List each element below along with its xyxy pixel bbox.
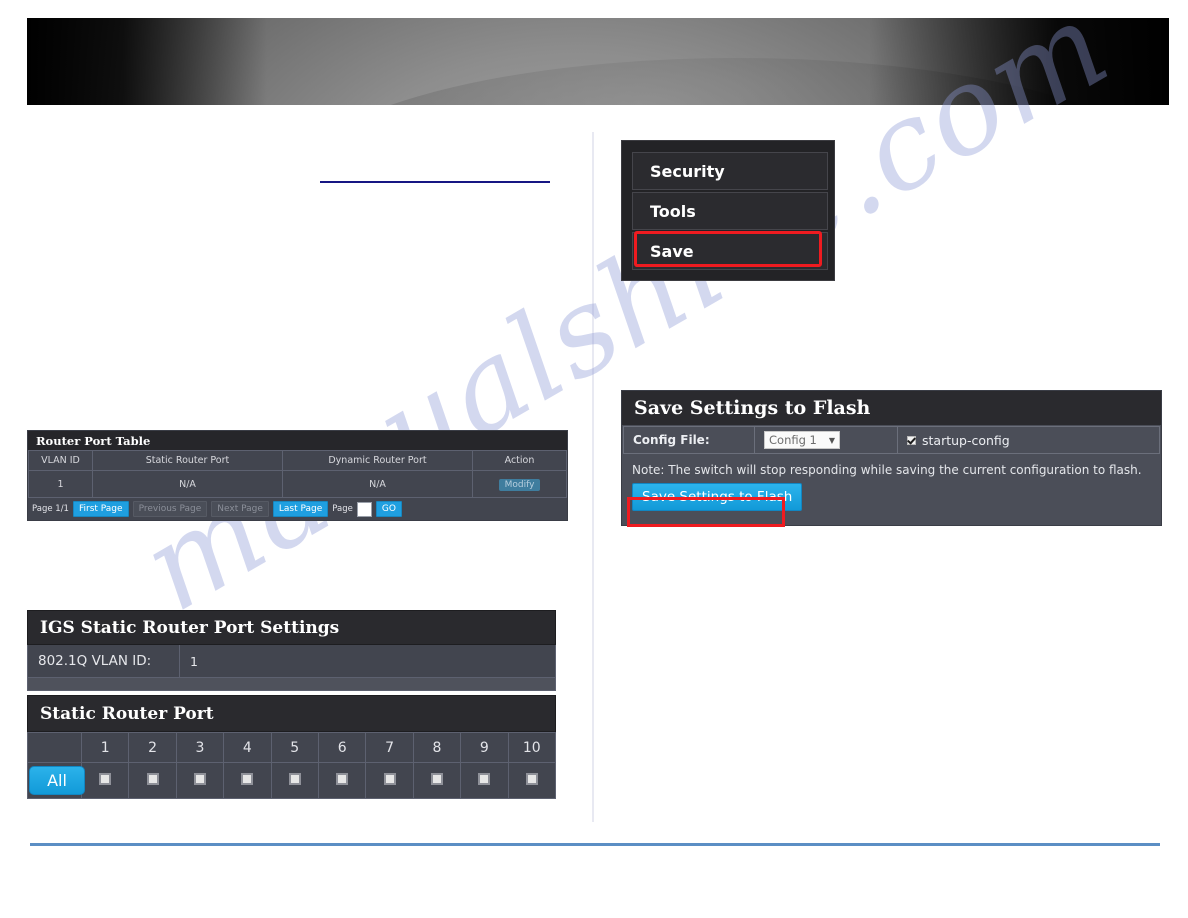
select-all-button[interactable]: All	[29, 766, 85, 795]
config-file-selected-value: Config 1	[769, 433, 817, 447]
vlan-id-value[interactable]: 1	[180, 645, 555, 677]
panel-spacer	[27, 678, 556, 691]
port-checkbox-cell-8[interactable]	[412, 762, 462, 799]
router-port-table: VLAN ID Static Router Port Dynamic Route…	[28, 450, 567, 498]
igs-static-router-port-settings-panel: IGS Static Router Port Settings 802.1Q V…	[27, 610, 556, 691]
igs-settings-title: IGS Static Router Port Settings	[27, 610, 556, 645]
config-file-label: Config File:	[624, 427, 755, 453]
static-router-port-title: Static Router Port	[27, 695, 556, 732]
footer-horizontal-rule	[30, 843, 1160, 846]
first-page-button[interactable]: First Page	[72, 501, 129, 517]
modify-button[interactable]: Modify	[498, 478, 541, 491]
col-dynamic-router-port: Dynamic Router Port	[282, 450, 473, 471]
vlan-id-label: 802.1Q VLAN ID:	[28, 645, 180, 677]
vlan-id-row: 802.1Q VLAN ID: 1	[27, 645, 556, 678]
port-checkbox-6[interactable]	[336, 772, 349, 785]
port-checkbox-2[interactable]	[146, 772, 159, 785]
table-row: 1 N/A N/A Modify	[28, 470, 567, 498]
port-row-corner	[27, 732, 82, 763]
table-header-row: VLAN ID Static Router Port Dynamic Route…	[28, 450, 567, 471]
select-all-cell: All	[27, 762, 85, 799]
previous-page-button[interactable]: Previous Page	[132, 501, 208, 517]
port-checkbox-row: All	[27, 762, 557, 799]
save-flash-button-highlight-box	[627, 497, 785, 527]
port-checkbox-cell-3[interactable]	[175, 762, 225, 799]
banner-left-shade	[27, 18, 267, 105]
port-checkbox-cell-4[interactable]	[223, 762, 272, 799]
sidebar-item-security[interactable]: Security	[632, 152, 828, 190]
config-file-select-cell: Config 1 ▼	[755, 427, 898, 453]
config-file-select[interactable]: Config 1 ▼	[764, 431, 841, 449]
banner-right-shade	[869, 18, 1169, 105]
static-router-port-panel: Static Router Port 1 2 3 4 5 6 7 8 9 10 …	[27, 695, 557, 799]
col-action: Action	[472, 450, 567, 471]
port-checkbox-cell-7[interactable]	[365, 762, 414, 799]
next-page-button[interactable]: Next Page	[211, 501, 269, 517]
port-number-1: 1	[80, 732, 130, 763]
router-port-table-title: Router Port Table	[28, 431, 567, 450]
sidebar-item-label-tools: Tools	[650, 201, 696, 221]
config-file-row: Config File: Config 1 ▼ startup-config	[623, 426, 1160, 454]
navy-horizontal-rule	[320, 181, 550, 183]
port-checkbox-9[interactable]	[478, 772, 491, 785]
port-checkbox-10[interactable]	[525, 772, 538, 785]
save-menu-highlight-box	[634, 231, 822, 267]
port-number-7: 7	[365, 732, 414, 763]
page-status: Page 1/1	[32, 504, 69, 514]
port-checkbox-cell-6[interactable]	[317, 762, 367, 799]
port-number-9: 9	[460, 732, 509, 763]
port-checkbox-4[interactable]	[241, 772, 254, 785]
static-router-port-table: 1 2 3 4 5 6 7 8 9 10 All	[27, 732, 557, 799]
startup-config-checkbox[interactable]	[907, 435, 916, 445]
last-page-button[interactable]: Last Page	[272, 501, 329, 517]
port-number-4: 4	[223, 732, 272, 763]
startup-config-label: startup-config	[922, 432, 1010, 448]
port-checkbox-5[interactable]	[288, 772, 301, 785]
page-label: Page	[332, 504, 353, 514]
cell-static-router-port: N/A	[92, 470, 283, 498]
page-number-input[interactable]	[356, 501, 372, 517]
port-number-3: 3	[175, 732, 225, 763]
port-checkbox-1[interactable]	[99, 772, 112, 785]
port-checkbox-cell-2[interactable]	[128, 762, 177, 799]
port-number-5: 5	[270, 732, 319, 763]
port-checkbox-cell-10[interactable]	[507, 762, 557, 799]
cell-dynamic-router-port: N/A	[282, 470, 473, 498]
port-number-2: 2	[128, 732, 177, 763]
col-static-router-port: Static Router Port	[92, 450, 283, 471]
sidebar-item-label-security: Security	[650, 161, 725, 181]
port-number-6: 6	[317, 732, 367, 763]
port-checkbox-cell-5[interactable]	[270, 762, 319, 799]
product-banner-image	[27, 18, 1169, 105]
port-number-8: 8	[412, 732, 462, 763]
column-divider	[592, 132, 594, 822]
port-checkbox-cell-1[interactable]	[80, 762, 130, 799]
cell-vlan-id: 1	[28, 470, 93, 498]
go-button[interactable]: GO	[375, 501, 402, 517]
port-checkbox-3[interactable]	[193, 772, 206, 785]
sidebar-item-tools[interactable]: Tools	[632, 192, 828, 230]
port-checkbox-cell-9[interactable]	[460, 762, 509, 799]
flash-note-text: Note: The switch will stop responding wh…	[632, 463, 1142, 477]
pagination-bar: Page 1/1 First Page Previous Page Next P…	[28, 498, 567, 520]
save-settings-to-flash-title: Save Settings to Flash	[622, 391, 1161, 425]
chevron-down-icon: ▼	[828, 435, 836, 445]
port-number-10: 10	[507, 732, 557, 763]
port-number-row: 1 2 3 4 5 6 7 8 9 10	[27, 732, 557, 763]
startup-config-cell[interactable]: startup-config	[898, 427, 1159, 453]
col-vlan-id: VLAN ID	[28, 450, 93, 471]
cell-action: Modify	[472, 470, 567, 498]
port-checkbox-7[interactable]	[383, 772, 396, 785]
port-checkbox-8[interactable]	[430, 772, 443, 785]
router-port-table-panel: Router Port Table VLAN ID Static Router …	[27, 430, 568, 521]
